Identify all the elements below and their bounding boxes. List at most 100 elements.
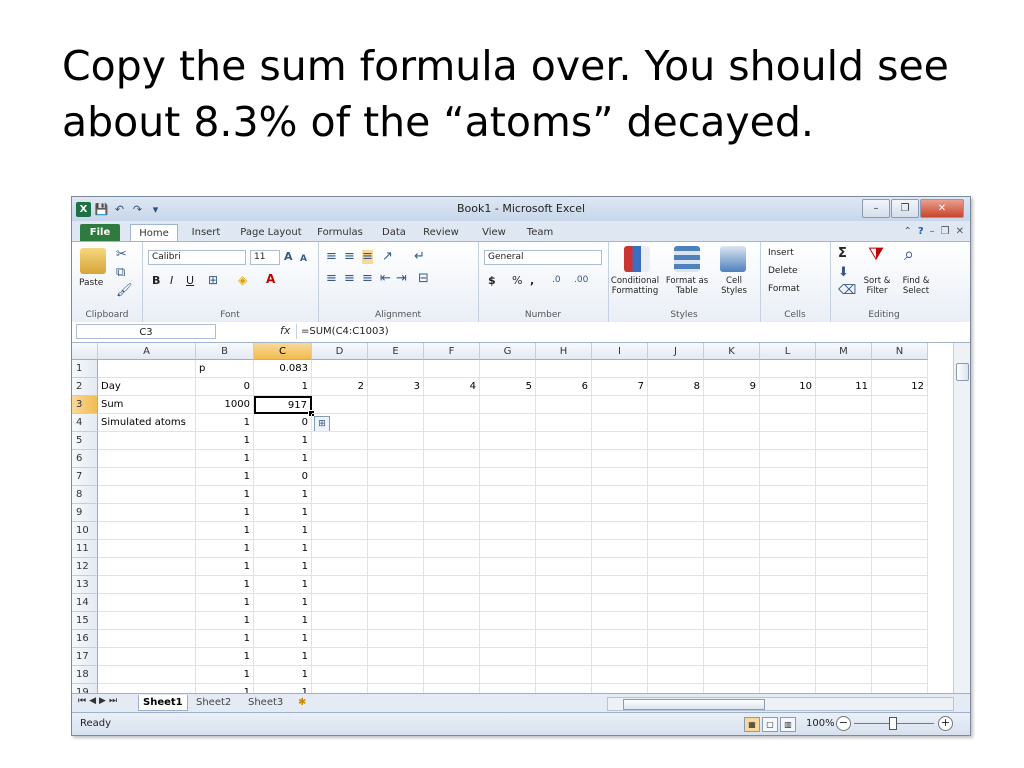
- name-box[interactable]: C3: [76, 324, 216, 339]
- cell-k4[interactable]: [704, 414, 760, 432]
- row-header[interactable]: 7: [72, 468, 98, 486]
- copy-icon[interactable]: ⧉: [116, 266, 125, 280]
- cell-k16[interactable]: [704, 630, 760, 648]
- row-header[interactable]: 17: [72, 648, 98, 666]
- cell-b14[interactable]: 1: [196, 594, 254, 612]
- help-icon[interactable]: ?: [918, 226, 924, 237]
- cell-c9[interactable]: 1: [254, 504, 312, 522]
- zoom-out-icon[interactable]: −: [836, 716, 851, 731]
- cell-b15[interactable]: 1: [196, 612, 254, 630]
- tab-data[interactable]: Data: [376, 224, 412, 241]
- cell-d4[interactable]: [312, 414, 368, 432]
- cell-h12[interactable]: [536, 558, 592, 576]
- cell-j12[interactable]: [648, 558, 704, 576]
- row-header[interactable]: 14: [72, 594, 98, 612]
- sheet-nav-icon[interactable]: ⏮◀▶⏭: [78, 696, 120, 706]
- minimize-ribbon-icon[interactable]: ⌃: [903, 226, 911, 237]
- cell-l14[interactable]: [760, 594, 816, 612]
- cell-h16[interactable]: [536, 630, 592, 648]
- cell-d7[interactable]: [312, 468, 368, 486]
- cell-e10[interactable]: [368, 522, 424, 540]
- cell-m18[interactable]: [816, 666, 872, 684]
- cell-d1[interactable]: [312, 360, 368, 378]
- decrease-decimal-icon[interactable]: .00: [574, 273, 588, 287]
- cell-f15[interactable]: [424, 612, 480, 630]
- column-header-k[interactable]: K: [704, 343, 760, 360]
- cell-b5[interactable]: 1: [196, 432, 254, 450]
- cell-h15[interactable]: [536, 612, 592, 630]
- cell-c12[interactable]: 1: [254, 558, 312, 576]
- cell-l3[interactable]: [760, 396, 816, 414]
- cell-f14[interactable]: [424, 594, 480, 612]
- cell-g9[interactable]: [480, 504, 536, 522]
- cell-j3[interactable]: [648, 396, 704, 414]
- cell-n5[interactable]: [872, 432, 928, 450]
- cell-j8[interactable]: [648, 486, 704, 504]
- cell-i6[interactable]: [592, 450, 648, 468]
- cell-e18[interactable]: [368, 666, 424, 684]
- cell-d12[interactable]: [312, 558, 368, 576]
- cell-a12[interactable]: [98, 558, 196, 576]
- cell-a10[interactable]: [98, 522, 196, 540]
- horizontal-scrollbar[interactable]: [607, 697, 954, 711]
- cell-k2[interactable]: 9: [704, 378, 760, 396]
- cell-b9[interactable]: 1: [196, 504, 254, 522]
- cell-f7[interactable]: [424, 468, 480, 486]
- cell-b8[interactable]: 1: [196, 486, 254, 504]
- cell-c10[interactable]: 1: [254, 522, 312, 540]
- cell-g6[interactable]: [480, 450, 536, 468]
- cell-e3[interactable]: [368, 396, 424, 414]
- cell-n6[interactable]: [872, 450, 928, 468]
- cell-c8[interactable]: 1: [254, 486, 312, 504]
- cell-n9[interactable]: [872, 504, 928, 522]
- cell-j6[interactable]: [648, 450, 704, 468]
- increase-decimal-icon[interactable]: .0: [552, 273, 561, 287]
- cell-l13[interactable]: [760, 576, 816, 594]
- cell-n14[interactable]: [872, 594, 928, 612]
- cell-f9[interactable]: [424, 504, 480, 522]
- insert-cells-button[interactable]: Insert: [768, 248, 794, 258]
- row-header[interactable]: 15: [72, 612, 98, 630]
- column-header-i[interactable]: I: [592, 343, 648, 360]
- cell-j14[interactable]: [648, 594, 704, 612]
- cell-a4[interactable]: Simulated atoms: [98, 414, 196, 432]
- cell-n2[interactable]: 12: [872, 378, 928, 396]
- column-header-n[interactable]: N: [872, 343, 928, 360]
- cell-b4[interactable]: 1: [196, 414, 254, 432]
- cell-k10[interactable]: [704, 522, 760, 540]
- cell-h11[interactable]: [536, 540, 592, 558]
- format-painter-icon[interactable]: 🖌: [116, 284, 133, 298]
- cell-m14[interactable]: [816, 594, 872, 612]
- cell-i8[interactable]: [592, 486, 648, 504]
- cell-l7[interactable]: [760, 468, 816, 486]
- column-header-f[interactable]: F: [424, 343, 480, 360]
- align-middle-icon[interactable]: ≡: [344, 250, 355, 264]
- clear-icon[interactable]: ⌫: [838, 284, 856, 298]
- cell-c6[interactable]: 1: [254, 450, 312, 468]
- find-select-button[interactable]: Find & Select: [896, 276, 936, 296]
- window-restore-icon[interactable]: ❐: [941, 226, 950, 237]
- cell-g14[interactable]: [480, 594, 536, 612]
- cell-i2[interactable]: 7: [592, 378, 648, 396]
- cell-a14[interactable]: [98, 594, 196, 612]
- cell-k7[interactable]: [704, 468, 760, 486]
- format-as-table-icon[interactable]: [674, 246, 700, 272]
- cell-n3[interactable]: [872, 396, 928, 414]
- cell-h19[interactable]: [536, 684, 592, 693]
- cell-m12[interactable]: [816, 558, 872, 576]
- percent-button[interactable]: %: [512, 274, 522, 287]
- cell-f11[interactable]: [424, 540, 480, 558]
- currency-button[interactable]: $: [488, 274, 496, 287]
- cell-d19[interactable]: [312, 684, 368, 693]
- sort-filter-button[interactable]: Sort & Filter: [860, 276, 894, 296]
- cell-e17[interactable]: [368, 648, 424, 666]
- row-header[interactable]: 12: [72, 558, 98, 576]
- cell-d14[interactable]: [312, 594, 368, 612]
- cell-g17[interactable]: [480, 648, 536, 666]
- cell-c5[interactable]: 1: [254, 432, 312, 450]
- cell-h17[interactable]: [536, 648, 592, 666]
- cell-c16[interactable]: 1: [254, 630, 312, 648]
- cell-a6[interactable]: [98, 450, 196, 468]
- paste-icon[interactable]: [80, 248, 106, 274]
- cell-m2[interactable]: 11: [816, 378, 872, 396]
